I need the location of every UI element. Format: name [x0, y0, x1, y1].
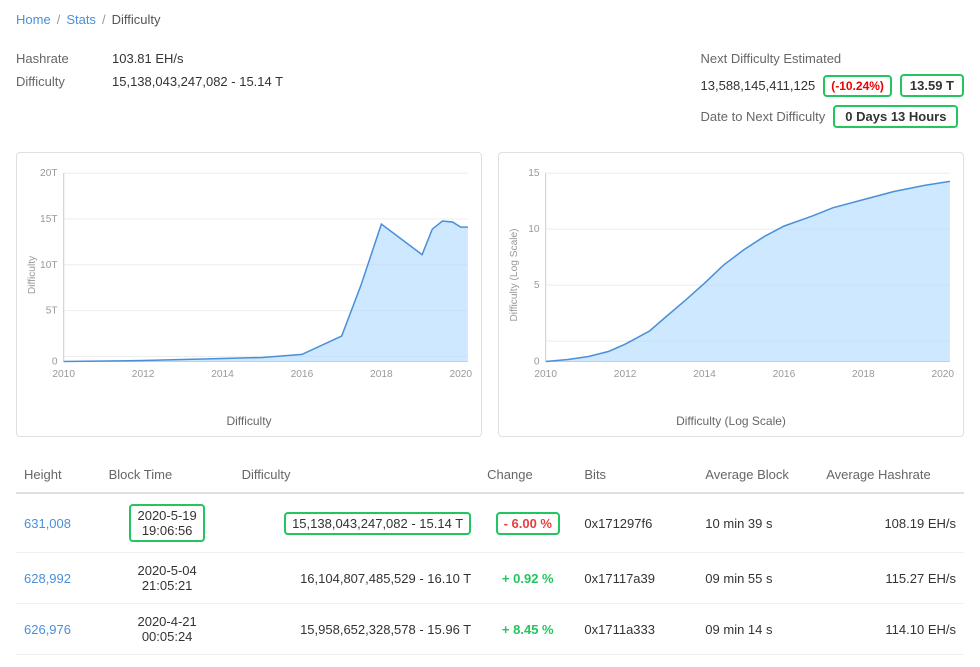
th-difficulty: Difficulty	[234, 457, 480, 493]
svg-text:10: 10	[528, 224, 540, 235]
cell-height: 626,976	[16, 604, 101, 655]
cell-difficulty: 15,138,043,247,082 - 15.14 T	[234, 493, 480, 553]
difficulty-row: Difficulty 15,138,043,247,082 - 15.14 T	[16, 74, 283, 89]
breadcrumb: Home / Stats / Difficulty	[16, 12, 964, 27]
height-link[interactable]: 626,976	[24, 622, 71, 637]
table-row: 631,008 2020-5-19 19:06:56 15,138,043,247,…	[16, 493, 964, 553]
th-bits: Bits	[576, 457, 697, 493]
cell-difficulty: 15,958,652,328,578 - 15.96 T	[234, 604, 480, 655]
svg-text:5T: 5T	[46, 306, 58, 317]
svg-text:10T: 10T	[40, 260, 58, 271]
cell-height: 631,008	[16, 493, 101, 553]
svg-text:0: 0	[52, 357, 58, 368]
breadcrumb-sep2: /	[102, 12, 106, 27]
svg-text:2010: 2010	[52, 369, 75, 380]
cell-avgblock: 09 min 14 s	[697, 604, 818, 655]
hashrate-value: 103.81 EH/s	[112, 51, 184, 66]
breadcrumb-home[interactable]: Home	[16, 12, 51, 27]
svg-text:2010: 2010	[534, 369, 557, 380]
table-row: 626,976 2020-4-21 00:05:2415,958,652,328,…	[16, 604, 964, 655]
cell-difficulty: 16,104,807,485,529 - 16.10 T	[234, 553, 480, 604]
cell-change: + 0.92 %	[479, 553, 576, 604]
hashrate-row: Hashrate 103.81 EH/s	[16, 51, 283, 66]
svg-text:2020: 2020	[931, 369, 954, 380]
breadcrumb-stats[interactable]: Stats	[66, 12, 96, 27]
data-table: Height Block Time Difficulty Change Bits…	[16, 457, 964, 655]
chart-left: 20T 15T 10T 5T 0 Difficulty 2010 2012 20…	[16, 152, 482, 437]
table-row: 628,992 2020-5-04 21:05:2116,104,807,485,…	[16, 553, 964, 604]
chart-right: 15 10 5 0 Difficulty (Log Scale) 2010 20…	[498, 152, 964, 437]
date-next-label: Date to Next Difficulty	[701, 109, 826, 124]
next-diff-label: Next Difficulty Estimated	[701, 51, 842, 66]
height-link[interactable]: 631,008	[24, 516, 71, 531]
charts-section: 20T 15T 10T 5T 0 Difficulty 2010 2012 20…	[16, 152, 964, 437]
svg-text:Difficulty: Difficulty	[27, 255, 38, 294]
svg-text:15T: 15T	[40, 214, 58, 225]
svg-text:2018: 2018	[852, 369, 875, 380]
chart-right-svg: 15 10 5 0 Difficulty (Log Scale) 2010 20…	[507, 163, 955, 407]
next-diff-number: 13,588,145,411,125	[701, 78, 816, 93]
th-change: Change	[479, 457, 576, 493]
svg-text:2014: 2014	[211, 369, 234, 380]
svg-text:0: 0	[534, 357, 540, 368]
th-blocktime: Block Time	[101, 457, 234, 493]
difficulty-value: 15,138,043,247,082 - 15.14 T	[112, 74, 283, 89]
date-next-row: Date to Next Difficulty 0 Days 13 Hours	[701, 105, 959, 128]
svg-text:2020: 2020	[449, 369, 472, 380]
cell-change: + 8.45 %	[479, 604, 576, 655]
next-diff-values-row: 13,588,145,411,125 (-10.24%) 13.59 T	[701, 74, 964, 97]
th-height: Height	[16, 457, 101, 493]
th-avgblock: Average Block	[697, 457, 818, 493]
stats-left: Hashrate 103.81 EH/s Difficulty 15,138,0…	[16, 51, 283, 128]
difficulty-badge: 15,138,043,247,082 - 15.14 T	[284, 512, 471, 535]
stats-right: Next Difficulty Estimated 13,588,145,411…	[701, 51, 964, 128]
svg-text:2012: 2012	[614, 369, 637, 380]
cell-blocktime: 2020-5-19 19:06:56	[101, 493, 234, 553]
next-diff-change-badge: (-10.24%)	[823, 75, 892, 97]
blocktime-badge: 2020-5-19 19:06:56	[129, 504, 204, 542]
stats-header: Hashrate 103.81 EH/s Difficulty 15,138,0…	[16, 43, 964, 136]
svg-text:2018: 2018	[370, 369, 393, 380]
table-header-row: Height Block Time Difficulty Change Bits…	[16, 457, 964, 493]
svg-text:2014: 2014	[693, 369, 716, 380]
cell-change: - 6.00 %	[479, 493, 576, 553]
date-next-value-badge: 0 Days 13 Hours	[833, 105, 958, 128]
svg-text:Difficulty (Log Scale): Difficulty (Log Scale)	[509, 228, 520, 321]
cell-bits: 0x1711a333	[576, 604, 697, 655]
svg-text:20T: 20T	[40, 168, 58, 179]
cell-bits: 0x171297f6	[576, 493, 697, 553]
cell-avghashrate: 108.19 EH/s	[818, 493, 964, 553]
hashrate-label: Hashrate	[16, 51, 96, 66]
cell-height: 628,992	[16, 553, 101, 604]
svg-text:2016: 2016	[291, 369, 314, 380]
svg-text:2012: 2012	[132, 369, 155, 380]
cell-blocktime: 2020-5-04 21:05:21	[101, 553, 234, 604]
cell-avgblock: 09 min 55 s	[697, 553, 818, 604]
svg-text:15: 15	[528, 168, 540, 179]
change-badge: - 6.00 %	[496, 512, 560, 535]
svg-text:5: 5	[534, 280, 540, 291]
chart-left-svg: 20T 15T 10T 5T 0 Difficulty 2010 2012 20…	[25, 163, 473, 407]
cell-avghashrate: 114.10 EH/s	[818, 604, 964, 655]
cell-bits: 0x17117a39	[576, 553, 697, 604]
chart-right-title: Difficulty (Log Scale)	[507, 414, 955, 428]
next-diff-value-badge: 13.59 T	[900, 74, 964, 97]
cell-avgblock: 10 min 39 s	[697, 493, 818, 553]
svg-text:2016: 2016	[773, 369, 796, 380]
height-link[interactable]: 628,992	[24, 571, 71, 586]
breadcrumb-sep1: /	[57, 12, 61, 27]
th-avghr: Average Hashrate	[818, 457, 964, 493]
cell-avghashrate: 115.27 EH/s	[818, 553, 964, 604]
breadcrumb-current: Difficulty	[112, 12, 161, 27]
next-diff-row: Next Difficulty Estimated	[701, 51, 842, 66]
cell-blocktime: 2020-4-21 00:05:24	[101, 604, 234, 655]
chart-left-title: Difficulty	[25, 414, 473, 428]
difficulty-label: Difficulty	[16, 74, 96, 89]
